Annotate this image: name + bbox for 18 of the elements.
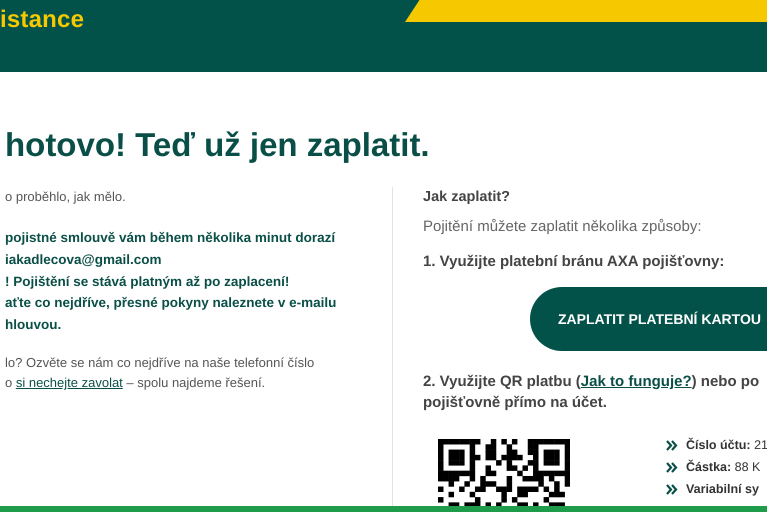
how-it-works-link[interactable]: Jak to funguje? — [580, 373, 692, 390]
notice-text: pojistné smlouvě vám během několika minut dorazí iakadlecova@gmail.com ! Pojištění se stává platným až po zaplacení! aťte co nejdříve, přesné pokyny naleznete v e-mailu hlouvou. — [5, 229, 338, 334]
option-text: 1. Využijte platební bránu AXA pojišťovny: — [423, 252, 726, 272]
help-text: lo? Ozvěte se nám co nejdříve na naše telefonní číslo o si nechejte zavolat – spolu najdeme řešení. — [5, 354, 316, 392]
option-text: 2. Využijte QR platbu (Jak to funguje?) nebo po pojišťovně přímo na účet. — [423, 372, 760, 413]
payment-detail: Číslo účtu: 21 — [686, 436, 767, 454]
double-chevron-icon — [666, 484, 678, 494]
section-title: Jak zaplatit? — [423, 188, 512, 207]
double-chevron-icon — [666, 440, 678, 450]
payment-detail: Variabilní sy — [686, 481, 759, 498]
intro-text: o proběhlo, jak mělo. — [5, 188, 127, 206]
callback-link[interactable]: si nechejte zavolat — [16, 374, 123, 390]
brand-logo-text: istance — [0, 8, 84, 32]
double-chevron-icon — [666, 462, 678, 472]
pay-by-card-button[interactable]: ZAPLATIT PLATEBNÍ KARTOU — [530, 287, 767, 351]
page-heading: hotovo! Teď už jen zaplatit. — [5, 127, 431, 163]
payment-intro: Pojitění můžete zaplatit několika způsoby: — [423, 217, 702, 237]
payment-detail: Částka: 88 K — [686, 458, 760, 476]
